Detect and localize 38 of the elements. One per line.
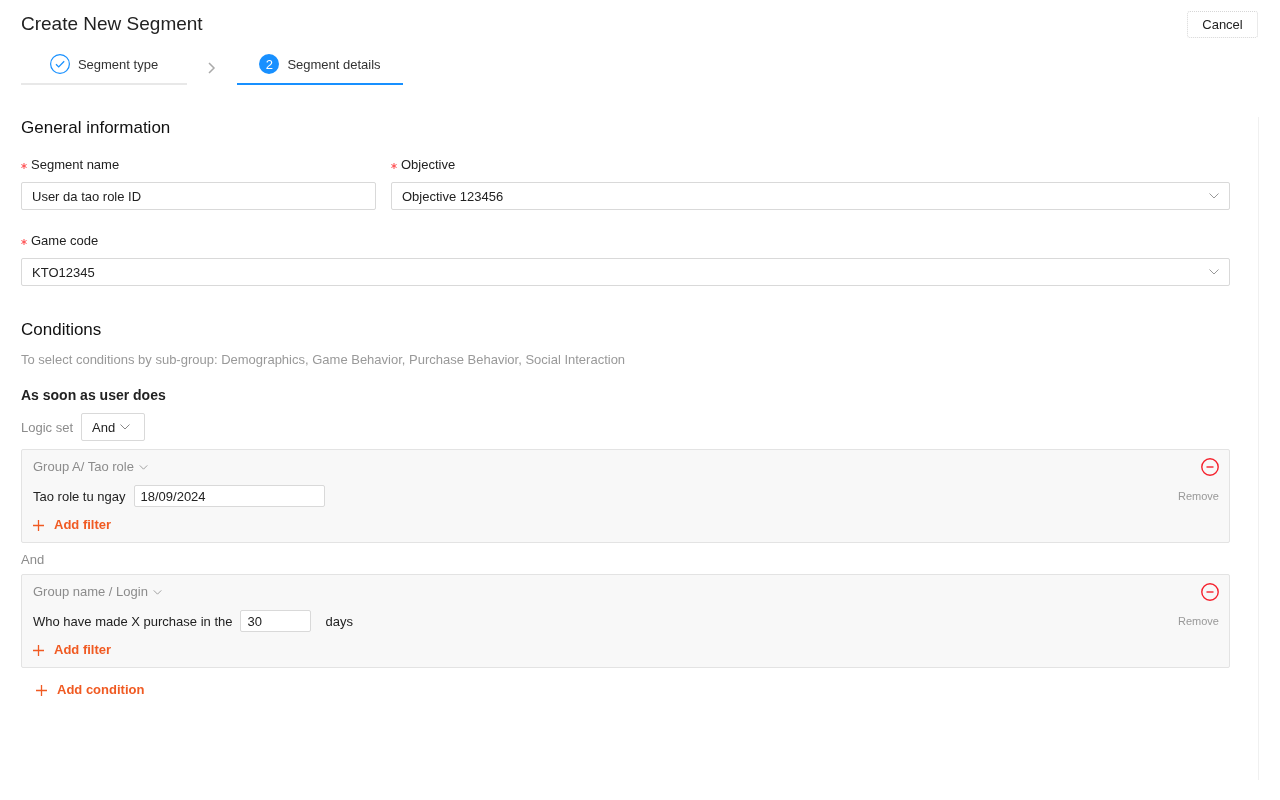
remove-button[interactable]: [1201, 458, 1219, 476]
field-label: Game code: [31, 232, 99, 250]
page-title: Create New Segment: [21, 12, 204, 36]
plus-icon: [36, 684, 47, 696]
field-label: Segment name: [31, 156, 120, 174]
connector-label: And: [21, 551, 46, 569]
minus-circle-icon: [1201, 583, 1219, 601]
select-field[interactable]: Objective 123456: [391, 182, 1230, 210]
minus-circle-icon: [1201, 458, 1219, 476]
caret-icon: [152, 589, 162, 595]
caret-icon: [120, 424, 131, 430]
filter-label: Who have made X purchase in the: [33, 613, 233, 629]
date-input[interactable]: 18/09/2024: [133, 485, 325, 507]
caret-icon: [1209, 269, 1219, 275]
field-label: Objective: [401, 156, 456, 174]
section-title: General information: [21, 117, 172, 139]
filter-label: Tao role tu ngay: [33, 488, 126, 504]
chevron-right-icon: [208, 62, 216, 74]
remove-label: Remove: [1178, 490, 1219, 502]
logic-select[interactable]: And: [81, 413, 146, 441]
select-field[interactable]: KTO12345: [21, 258, 1230, 286]
input-field[interactable]: User da tao role ID: [21, 182, 376, 210]
number-input[interactable]: 30: [240, 610, 312, 632]
caret-icon: [1209, 193, 1219, 199]
plus-icon: [33, 519, 44, 531]
remove-label: Remove: [1178, 615, 1219, 627]
cancel-button[interactable]: Cancel: [1187, 11, 1258, 38]
step-tab[interactable]: Segment type: [21, 45, 187, 85]
step-tab[interactable]: 2 Segment details: [237, 45, 403, 85]
unit-label: days: [325, 613, 353, 629]
subsection-title: As soon as user does: [21, 386, 167, 405]
section-title: Conditions: [21, 319, 103, 341]
caret-icon: [138, 464, 148, 470]
hint-text: To select conditions by sub-group: Demographics, Game Behavior, Purchase Behavior, Social Interaction: [21, 351, 627, 369]
remove-button[interactable]: [1201, 583, 1219, 601]
plus-icon: [33, 644, 44, 656]
step-number: 2: [259, 54, 280, 74]
logic-set-label: Logic set: [21, 419, 74, 435]
